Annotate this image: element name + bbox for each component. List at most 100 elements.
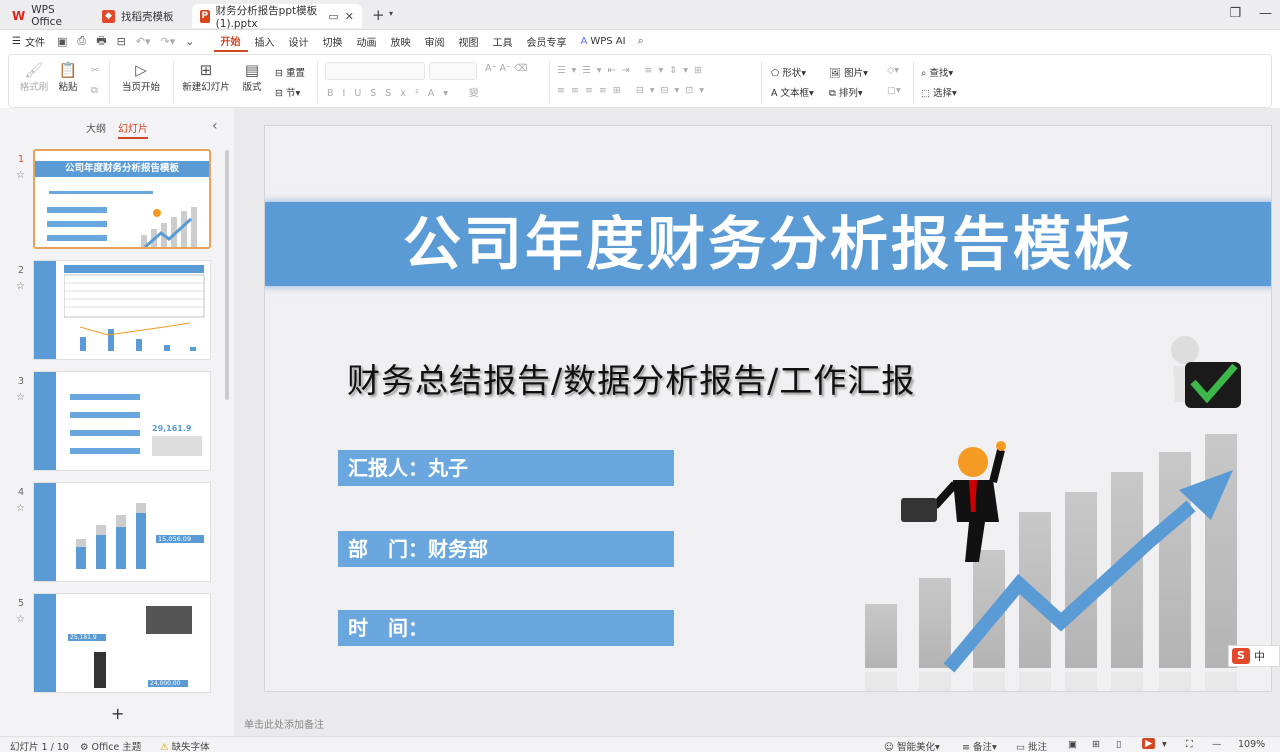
zoom-level[interactable]: 109% bbox=[1238, 739, 1265, 750]
star-icon[interactable]: ☆ bbox=[16, 614, 25, 625]
export-pdf-icon[interactable]: ⎙ bbox=[72, 34, 91, 48]
paste-button[interactable]: 📋 粘贴 bbox=[53, 61, 83, 93]
slide-thumbnail-2[interactable] bbox=[33, 260, 211, 360]
notes-button[interactable]: ≡ 备注▾ bbox=[962, 739, 997, 752]
paste-label: 粘贴 bbox=[58, 82, 78, 93]
font-size-select[interactable] bbox=[429, 62, 477, 80]
section-button[interactable]: ⊟ 节▾ bbox=[275, 85, 300, 99]
collapse-pane-icon[interactable]: ‹ bbox=[212, 118, 218, 134]
font-size-increase-icon[interactable]: A⁺ A⁻ ⌫ bbox=[485, 63, 528, 74]
department-box[interactable]: 部 门：财务部 bbox=[338, 531, 674, 567]
tab-document[interactable]: P 财务分析报告ppt模板(1).pptx ▭ ✕ bbox=[192, 4, 362, 30]
find-button[interactable]: ⌕ 查找▾ bbox=[921, 65, 953, 79]
theme-button[interactable]: ⚙ Office 主题 bbox=[80, 739, 141, 752]
section-label: 节 bbox=[285, 88, 296, 99]
outline-icon[interactable]: ▢▾ bbox=[887, 85, 901, 96]
fit-window-icon[interactable]: ⛶ bbox=[1186, 739, 1193, 750]
slide-thumbnail-4[interactable]: 15,056.09 bbox=[33, 482, 211, 582]
paragraph-list-group[interactable]: ☰▾☰▾⇤⇥ ≡▾⇕▾⊞ bbox=[557, 65, 708, 76]
save-icon[interactable]: ▣ bbox=[52, 35, 72, 48]
picture-label: 图片 bbox=[844, 68, 864, 79]
select-button[interactable]: ⬚ 选择▾ bbox=[921, 85, 957, 99]
picture-button[interactable]: 🖼 图片▾ bbox=[829, 65, 868, 79]
undo-icon[interactable]: ↶▾ bbox=[131, 35, 156, 48]
print-preview-icon[interactable]: ⊟ bbox=[112, 35, 131, 48]
from-current-button[interactable]: ▷ 当页开始 bbox=[117, 61, 165, 93]
slide-thumbnail-5[interactable]: 25,181.9 24,000.00 bbox=[33, 593, 211, 693]
tab-label: WPS Office bbox=[31, 4, 62, 28]
slide-thumbnail-3[interactable]: 29,161.9 bbox=[33, 371, 211, 471]
ppt-file-icon: P bbox=[200, 9, 210, 23]
menu-slideshow[interactable]: 放映 bbox=[384, 30, 418, 52]
pane-scrollbar[interactable] bbox=[225, 150, 229, 400]
arrange-label: 排列 bbox=[838, 88, 858, 99]
notes-placeholder[interactable]: 单击此处添加备注 bbox=[244, 716, 324, 731]
tab-slides[interactable]: 幻灯片 bbox=[118, 120, 148, 139]
tab-find-template[interactable]: ◆ 找稻壳模板 bbox=[94, 4, 188, 28]
reading-view-icon[interactable]: ▯ bbox=[1116, 739, 1121, 750]
font-style-group[interactable]: BIUSSx²A▾ 變 bbox=[327, 85, 488, 99]
menu-design[interactable]: 设计 bbox=[282, 30, 316, 52]
zoom-slider[interactable]: — bbox=[1212, 739, 1222, 750]
window-icon[interactable]: ▭ bbox=[328, 10, 338, 23]
star-icon[interactable]: ☆ bbox=[16, 281, 25, 292]
slide-title[interactable]: 公司年度财务分析报告模板 bbox=[265, 202, 1271, 286]
wps-ai-button[interactable]: A WPS AI bbox=[574, 30, 633, 52]
tab-list-chevron-icon[interactable]: ▾ bbox=[389, 9, 393, 18]
print-icon[interactable]: 🖶 bbox=[91, 32, 111, 51]
sogou-icon: S bbox=[1232, 648, 1250, 664]
slide-thumbnail-1[interactable]: 公司年度财务分析报告模板 bbox=[33, 149, 211, 249]
menu-review[interactable]: 审阅 bbox=[418, 30, 452, 52]
star-icon[interactable]: ☆ bbox=[16, 170, 25, 181]
cut-icon[interactable]: ✂ bbox=[91, 65, 99, 76]
new-slide-button[interactable]: ⊞ 新建幻灯片 bbox=[179, 61, 233, 93]
close-tab-icon[interactable]: ✕ bbox=[345, 10, 354, 23]
tab-wps-home[interactable]: W WPS Office bbox=[4, 4, 88, 28]
sorter-view-icon[interactable]: ⊞ bbox=[1092, 739, 1100, 750]
fill-icon[interactable]: ◇▾ bbox=[887, 65, 899, 76]
ime-mode-label: 中 bbox=[1254, 650, 1265, 663]
shape-button[interactable]: ⬠ 形状▾ bbox=[771, 65, 806, 79]
search-icon[interactable]: ⌕ bbox=[633, 34, 649, 48]
reporter-box[interactable]: 汇报人：丸子 bbox=[338, 450, 674, 486]
star-icon[interactable]: ☆ bbox=[16, 503, 25, 514]
beautify-button[interactable]: ☺ 智能美化▾ bbox=[884, 739, 940, 752]
slide-subtitle[interactable]: 财务总结报告/数据分析报告/工作汇报 bbox=[347, 354, 915, 402]
missing-font-button[interactable]: ⚠ 缺失字体 bbox=[160, 739, 210, 752]
current-slide[interactable]: 公司年度财务分析报告模板 财务总结报告/数据分析报告/工作汇报 汇报人：丸子 部… bbox=[264, 125, 1272, 692]
normal-view-icon[interactable]: ▣ bbox=[1068, 739, 1077, 750]
reset-button[interactable]: ⊟ 重置 bbox=[275, 65, 305, 79]
menu-transitions[interactable]: 切换 bbox=[316, 30, 350, 52]
star-icon[interactable]: ☆ bbox=[16, 392, 25, 403]
thumb-bar-chart-graphic bbox=[76, 503, 146, 569]
menu-view[interactable]: 视图 bbox=[452, 30, 486, 52]
ime-indicator[interactable]: S 中 bbox=[1228, 645, 1280, 667]
menu-home[interactable]: 开始 bbox=[213, 30, 248, 52]
arrange-button[interactable]: ⧉ 排列▾ bbox=[829, 85, 863, 99]
menu-animation[interactable]: 动画 bbox=[350, 30, 384, 52]
restore-window-icon[interactable]: ❐ bbox=[1229, 6, 1241, 21]
file-menu-label: 文件 bbox=[24, 37, 45, 49]
time-box[interactable]: 时 间： bbox=[338, 610, 674, 646]
file-menu[interactable]: ☰ 文件 bbox=[0, 30, 52, 52]
new-tab-icon[interactable]: + bbox=[372, 6, 385, 24]
format-painter-button[interactable]: 🖌 格式刷 bbox=[19, 61, 49, 93]
minimize-window-icon[interactable]: — bbox=[1259, 6, 1272, 21]
copy-icon[interactable]: ⧉ bbox=[91, 85, 98, 96]
slideshow-chevron-icon[interactable]: ▾ bbox=[1162, 739, 1167, 750]
tab-outline[interactable]: 大纲 bbox=[86, 120, 106, 139]
new-slide-icon: ⊞ bbox=[199, 61, 213, 79]
slide-pane: 大纲 幻灯片 ‹ 1 ☆ 公司年度财务分析报告模板 2 ☆ 3 ☆ 29,161… bbox=[0, 108, 234, 736]
font-name-select[interactable] bbox=[325, 62, 425, 80]
textbox-button[interactable]: A 文本框▾ bbox=[771, 85, 814, 99]
menu-member[interactable]: 会员专享 bbox=[520, 30, 574, 52]
more-chevron-icon[interactable]: ⌄ bbox=[180, 35, 199, 48]
paragraph-align-group[interactable]: ≡≡≡≡⊞ ⊟▾⊟▾⊡▾ bbox=[557, 85, 710, 96]
menu-insert[interactable]: 插入 bbox=[248, 30, 282, 52]
comments-button[interactable]: ▭ 批注 bbox=[1016, 739, 1047, 752]
menu-tools[interactable]: 工具 bbox=[486, 30, 520, 52]
layout-button[interactable]: ▤ 版式 bbox=[237, 61, 267, 93]
play-slideshow-button[interactable]: ▶ bbox=[1142, 738, 1156, 749]
add-slide-icon[interactable]: + bbox=[111, 704, 124, 723]
redo-icon[interactable]: ↷▾ bbox=[156, 35, 181, 48]
